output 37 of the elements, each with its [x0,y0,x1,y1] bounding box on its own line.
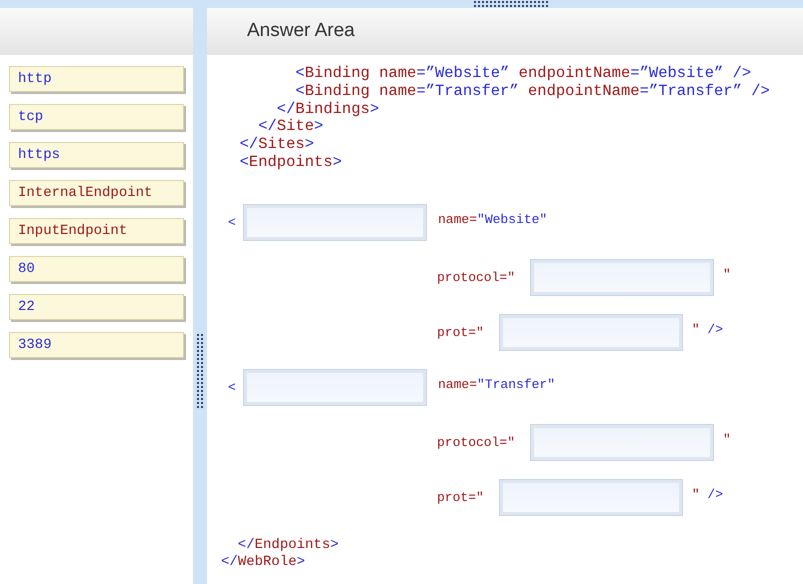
answer-option[interactable]: InputEndpoint [9,218,184,244]
code-line: </Endpoints> [236,536,339,553]
code-text: name=″Transfer″ [438,376,556,394]
answer-field[interactable] [531,260,714,295]
code-line: </Site> [257,117,324,136]
code-line: </Bindings> [276,100,380,118]
code-text: ″ [723,266,731,284]
answer-option[interactable]: 22 [9,294,184,320]
code-text: prot=″ [437,324,484,342]
answer-field[interactable] [244,204,426,240]
code-line: </Sites> [238,135,314,154]
code-text: ″ /> [692,320,724,339]
answer-option[interactable]: 80 [9,256,184,282]
answer-field[interactable] [500,314,682,350]
answer-option[interactable]: InternalEndpoint [9,180,184,206]
code-text: prot=″ [437,488,484,507]
code-line: <Endpoints> [238,152,342,171]
code-text: name=″Website″ [438,210,548,229]
answer-option[interactable]: http [9,66,184,92]
code-text: < [228,214,237,232]
code-text: ″ [723,430,731,449]
code-text: protocol=″ [437,434,516,452]
answer-option[interactable]: tcp [9,104,184,130]
answer-field[interactable] [531,424,714,460]
code-text: < [228,378,237,397]
code-line: <Binding name=”Transfer” endpointName=”Transfer” /> [294,82,770,100]
code-text: ″ /> [692,486,724,504]
answer-field[interactable] [500,480,682,515]
answer-area-title: Answer Area [247,19,355,44]
answer-option[interactable]: 3389 [9,332,184,358]
grip-icon[interactable] [197,334,203,408]
grip-icon[interactable] [474,0,548,6]
answer-option[interactable]: https [9,142,184,168]
code-line: <Binding name=”Website” endpointName=”Website” /> [294,64,752,82]
code-text: protocol=″ [437,268,516,287]
code-line: </WebRole> [221,554,306,570]
answer-field[interactable] [244,370,426,405]
